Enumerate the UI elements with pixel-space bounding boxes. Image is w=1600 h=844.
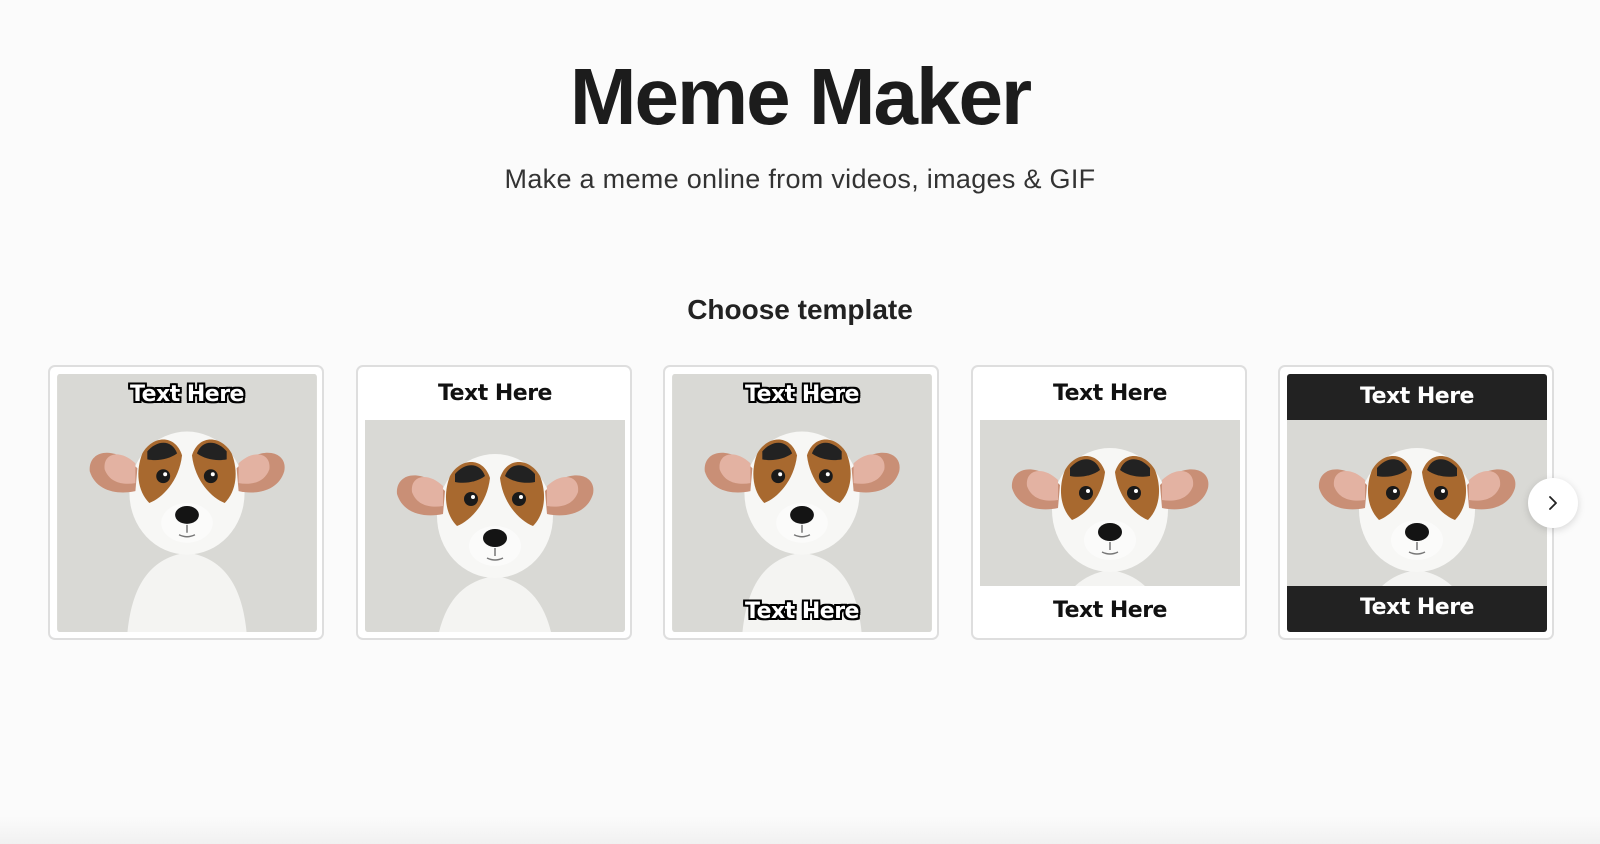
carousel-next-button[interactable] [1528, 478, 1578, 528]
template-preview: Text Here Text Here [1287, 374, 1547, 632]
top-caption: Text Here [438, 381, 552, 406]
dog-photo [980, 420, 1240, 586]
bottom-caption: Text Here [1360, 595, 1474, 620]
top-caption: Text Here [1360, 384, 1474, 409]
template-card-top-bottom-white-bars[interactable]: Text Here Text Here [971, 365, 1247, 640]
template-card-top-white-bar[interactable]: Text Here [356, 365, 632, 640]
template-card-top-bottom-outline[interactable]: Text Here Text Here [663, 365, 939, 640]
template-card-top-bottom-black-bars[interactable]: Text Here Text Here [1278, 365, 1554, 640]
meme-maker-page: Meme Maker Make a meme online from video… [0, 0, 1600, 844]
template-preview: Text Here Text Here [980, 374, 1240, 632]
bottom-caption: Text Here [745, 599, 859, 624]
page-title: Meme Maker [569, 52, 1032, 141]
top-caption: Text Here [130, 382, 244, 407]
template-preview: Text Here Text Here [672, 374, 932, 632]
dog-photo [1287, 420, 1547, 586]
page-subtitle: Make a meme online from videos, images &… [504, 164, 1096, 194]
dog-photo [365, 420, 625, 632]
choose-template-heading: Choose template [687, 294, 913, 325]
top-caption: Text Here [1053, 381, 1167, 406]
template-card-top-outline[interactable]: Text Here [48, 365, 324, 640]
bottom-caption: Text Here [1053, 598, 1167, 623]
chevron-right-icon [1549, 496, 1557, 510]
page-bottom-shade [0, 816, 1600, 844]
dog-photo [672, 374, 932, 632]
dog-photo [57, 374, 317, 632]
template-preview: Text Here [365, 374, 625, 632]
top-caption: Text Here [745, 382, 859, 407]
template-preview: Text Here [57, 374, 317, 632]
